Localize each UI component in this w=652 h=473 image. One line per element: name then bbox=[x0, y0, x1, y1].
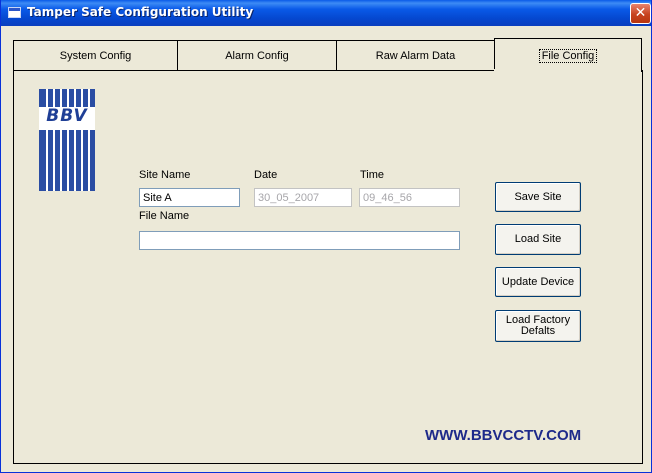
app-window: Tamper Safe Configuration Utility ✕ Syst… bbox=[0, 0, 652, 473]
website-url: WWW.BBVCCTV.COM bbox=[425, 427, 582, 444]
time-field[interactable] bbox=[359, 188, 460, 207]
site-name-label: Site Name bbox=[139, 169, 191, 181]
date-field[interactable] bbox=[254, 188, 352, 207]
date-label: Date bbox=[254, 169, 278, 181]
time-label: Time bbox=[360, 169, 385, 181]
site-name-field[interactable] bbox=[139, 188, 240, 207]
file-name-label: File Name bbox=[139, 210, 190, 222]
update-device-button[interactable]: Update Device bbox=[495, 267, 581, 297]
file-name-field[interactable] bbox=[139, 231, 460, 250]
load-site-button[interactable]: Load Site bbox=[495, 224, 581, 255]
save-site-button[interactable]: Save Site bbox=[495, 182, 581, 212]
load-factory-defaults-button[interactable]: Load Factory Defalts bbox=[495, 310, 581, 342]
